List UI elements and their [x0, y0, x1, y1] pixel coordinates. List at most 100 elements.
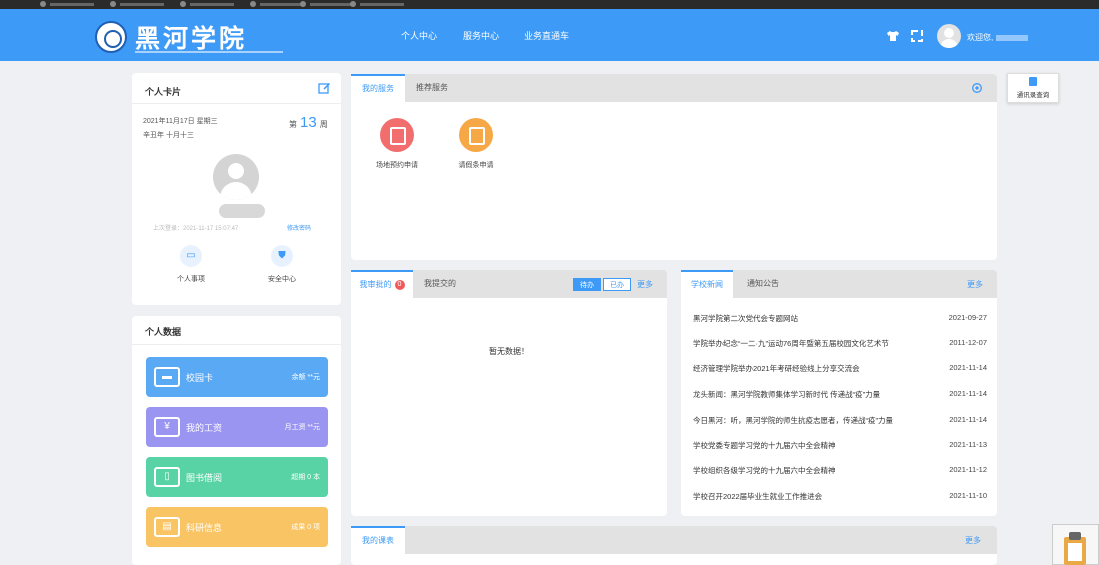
bookmark-item[interactable]: [350, 1, 410, 8]
tasks-tabbar: 我审批的 0 我提交的 待办 已办 更多: [351, 270, 667, 298]
leave-request-service[interactable]: 请假条申请: [441, 118, 511, 170]
divider: [132, 103, 341, 104]
news-title: 学校组织各级学习党的十九届六中全会精神: [693, 466, 836, 475]
week-suffix: 周: [319, 120, 328, 129]
card-icon: ▭: [180, 245, 202, 267]
security-center-button[interactable]: ⛊ 安全中心: [254, 245, 310, 284]
news-tabbar: 学校新闻 通知公告 更多: [681, 270, 997, 298]
profile-avatar: [213, 154, 259, 200]
library-tile[interactable]: ▯ 图书借阅 超期 0 本: [146, 457, 328, 497]
change-password-link[interactable]: 修改密码: [287, 223, 311, 232]
news-item[interactable]: 学校召开2022届毕业生就业工作推进会 2021-11-10: [693, 491, 987, 503]
tab-school-news[interactable]: 学校新闻: [681, 270, 733, 298]
divider: [132, 344, 341, 345]
switch-icon[interactable]: [910, 29, 924, 43]
settings-icon[interactable]: [971, 82, 983, 96]
news-date: 2011-12-07: [949, 338, 987, 347]
bookmark-item[interactable]: [110, 1, 170, 8]
services-tabbar: 我的服务 推荐服务: [351, 74, 997, 102]
nav-personal-center[interactable]: 个人中心: [401, 29, 437, 42]
tab-notices[interactable]: 通知公告: [735, 270, 791, 298]
tab-recommended-services[interactable]: 推荐服务: [407, 74, 457, 102]
toggle-done[interactable]: 已办: [603, 278, 631, 291]
news-item[interactable]: 学校党委专题学习党的十九届六中全会精神 2021-11-13: [693, 440, 987, 452]
venue-booking-service[interactable]: 场地预约申请: [362, 118, 432, 170]
tile-value: 余额 **元: [291, 374, 320, 381]
top-navbar: 黑河学院 个人中心 服务中心 业务直通车 欢迎您,: [0, 9, 1099, 61]
news-item[interactable]: 黑河学院第二次党代会专题网站 2021-09-27: [693, 313, 987, 325]
document-icon: ▤: [154, 517, 180, 537]
more-link[interactable]: 更多: [965, 535, 981, 546]
school-logo[interactable]: 黑河学院: [95, 19, 290, 57]
services-card: 我的服务 推荐服务 场地预约申请 请假条申请: [351, 74, 997, 260]
logo-underline: [135, 51, 283, 53]
calendar-icon: [380, 118, 414, 152]
news-date: 2021-11-10: [949, 491, 987, 500]
note-edit-icon: [459, 118, 493, 152]
news-date: 2021-09-27: [948, 313, 987, 322]
last-login-time: 上次登录：2021-11-17 15:07:47: [153, 226, 239, 232]
bookmark-item[interactable]: [180, 1, 240, 8]
more-link[interactable]: 更多: [637, 279, 653, 290]
user-name-blurred: [219, 204, 265, 218]
tab-my-services[interactable]: 我的服务: [351, 74, 405, 102]
news-item[interactable]: 经济管理学院举办2021年考研经验线上分享交流会 2021-11-14: [693, 363, 987, 375]
empty-state: 暂无数据！: [489, 347, 529, 356]
notification-badge: 0: [394, 279, 405, 290]
wallet-icon: ¥: [154, 417, 180, 437]
tab-my-submissions[interactable]: 我提交的: [415, 270, 465, 298]
news-date: 2021-11-14: [949, 415, 987, 424]
clipboard-icon[interactable]: [1052, 524, 1099, 565]
browser-bookmarks-bar: [0, 0, 1099, 9]
edit-icon[interactable]: [318, 82, 331, 95]
news-item[interactable]: 学院举办纪念“一二·九”运动76周年暨第五届校园文化艺术节 2011-12-07: [693, 338, 987, 350]
nav-service-center[interactable]: 服务中心: [463, 29, 499, 42]
shirt-icon[interactable]: [886, 29, 900, 43]
welcome-text[interactable]: 欢迎您,: [967, 32, 1029, 43]
salary-tile[interactable]: ¥ 我的工资 月工资 **元: [146, 407, 328, 447]
research-tile[interactable]: ▤ 科研信息 成果 0 项: [146, 507, 328, 547]
card-icon: ▬: [154, 367, 180, 387]
personal-data-card: 个人数据 ▬ 校园卡 余额 **元 ¥ 我的工资 月工资 **元 ▯ 图书借阅 …: [132, 316, 341, 565]
news-card: 学校新闻 通知公告 更多 黑河学院第二次党代会专题网站 2021-09-27 学院…: [681, 270, 997, 516]
toggle-pending[interactable]: 待办: [573, 278, 601, 291]
campus-card-tile[interactable]: ▬ 校园卡 余额 **元: [146, 357, 328, 397]
courses-card: 我的课表 更多: [351, 526, 997, 565]
tile-label: 科研信息: [186, 523, 223, 533]
tab-my-courses[interactable]: 我的课表: [351, 526, 405, 554]
nav-business-express[interactable]: 业务直通车: [524, 29, 569, 42]
courses-tabbar: 我的课表 更多: [351, 526, 997, 554]
tile-value: 月工资 **元: [284, 424, 320, 431]
news-item[interactable]: 学校组织各级学习党的十九届六中全会精神 2021-11-12: [693, 465, 987, 477]
school-name: 黑河学院: [135, 24, 248, 53]
news-item[interactable]: 龙头新闻：黑河学院教师集体学习新时代 传递战“疫”力量 2021-11-14: [693, 389, 987, 401]
personal-data-title: 个人数据: [145, 327, 182, 337]
week-indicator: 第 13 周: [289, 114, 328, 131]
personal-matters-button[interactable]: ▭ 个人事项: [163, 245, 219, 284]
news-title: 今日黑河：听，黑河学院的师生抗疫志愿者，传递战“疫”力量: [693, 416, 893, 425]
bookmark-item[interactable]: [40, 1, 100, 8]
news-date: 2021-11-14: [949, 389, 987, 398]
tile-label: 校园卡: [186, 373, 214, 383]
school-seal-icon: [95, 21, 127, 53]
news-date: 2021-11-13: [949, 440, 987, 449]
tile-value: 成果 0 项: [291, 524, 320, 531]
user-avatar[interactable]: [937, 24, 961, 48]
tile-label: 我的工资: [186, 423, 223, 433]
phonebook-icon: [1029, 77, 1037, 86]
book-icon: ▯: [154, 467, 180, 487]
personal-card-title: 个人卡片: [145, 87, 182, 97]
service-label: 场地预约申请: [376, 162, 418, 169]
quick-link-label: 个人事项: [177, 276, 205, 283]
week-prefix: 第: [289, 120, 297, 129]
tab-my-approvals[interactable]: 我审批的 0: [351, 270, 413, 298]
news-title: 学校党委专题学习党的十九届六中全会精神: [693, 441, 836, 450]
news-title: 学院举办纪念“一二·九”运动76周年暨第五届校园文化艺术节: [693, 339, 889, 348]
shield-icon: ⛊: [271, 245, 293, 267]
more-link[interactable]: 更多: [967, 279, 983, 290]
news-item[interactable]: 今日黑河：听，黑河学院的师生抗疫志愿者，传递战“疫”力量 2021-11-14: [693, 415, 987, 427]
news-title: 龙头新闻：黑河学院教师集体学习新时代 传递战“疫”力量: [693, 390, 881, 399]
contact-search-button[interactable]: 通讯录查询: [1007, 73, 1059, 103]
lunar-date: 辛丑年 十月十三: [143, 132, 194, 139]
news-title: 黑河学院第二次党代会专题网站: [693, 314, 798, 323]
